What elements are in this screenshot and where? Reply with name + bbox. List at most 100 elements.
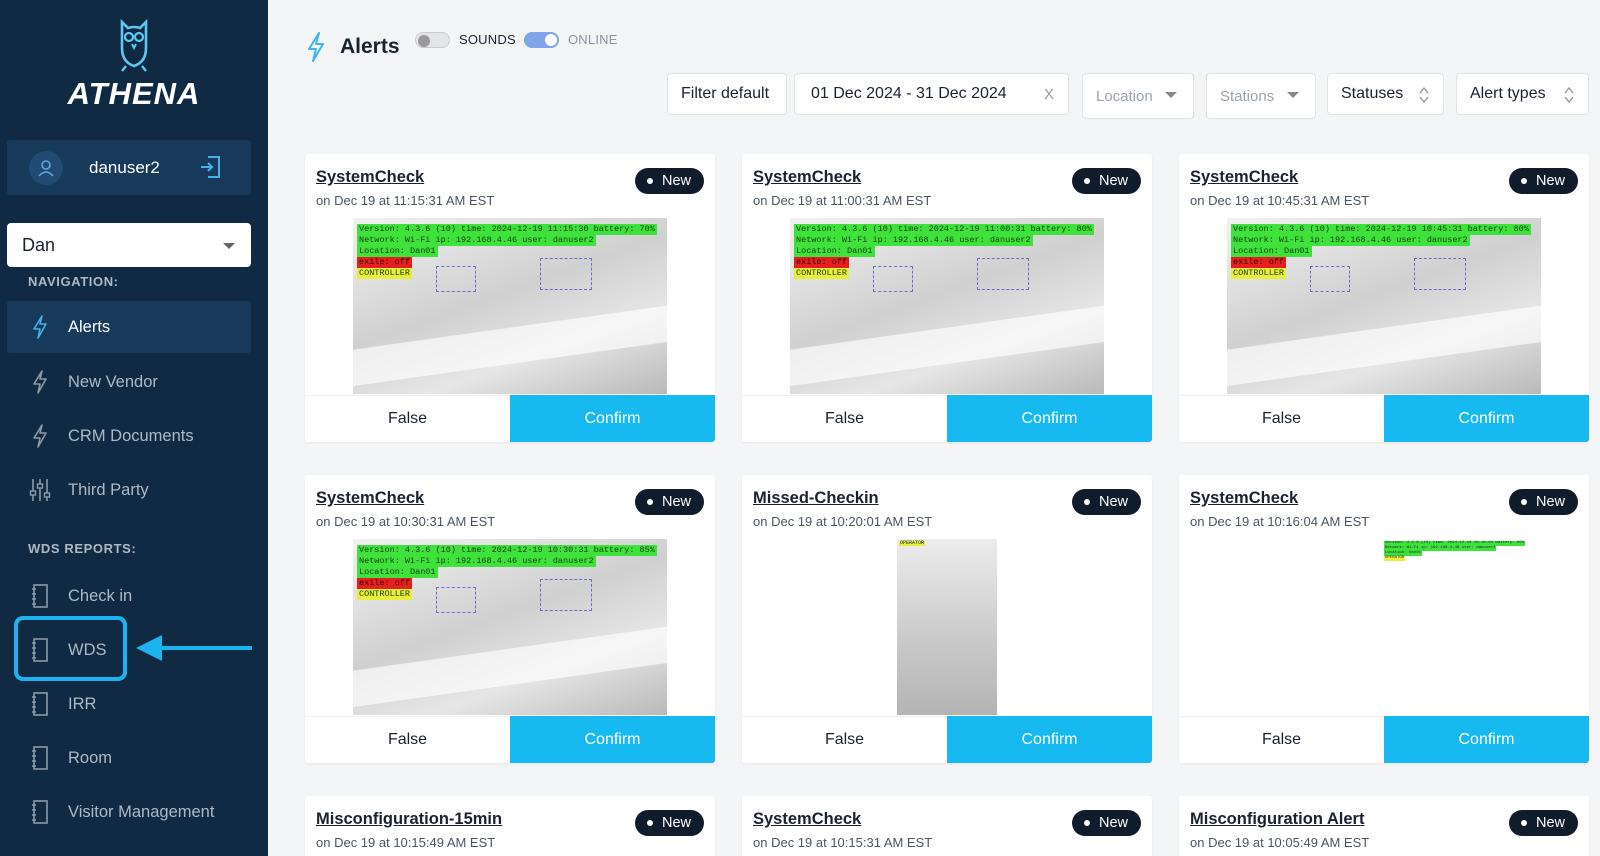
wds-highlight-box	[14, 616, 127, 681]
location-select[interactable]: Location	[1082, 73, 1194, 119]
sidebar-item-label: Check in	[68, 586, 133, 605]
notebook-icon	[29, 800, 51, 824]
false-button[interactable]: False	[305, 395, 510, 442]
alert-time: on Dec 19 at 10:05:49 AM EST	[1190, 835, 1370, 850]
alert-title-link[interactable]: SystemCheck	[753, 810, 861, 829]
notebook-icon	[29, 746, 51, 770]
snapshot-overlay-text: Version: 4.3.6 (10) time: 2024-12-19 10:…	[357, 545, 657, 556]
detection-zone	[436, 266, 476, 292]
user-name: danuser2	[89, 158, 160, 177]
confirm-button[interactable]: Confirm	[1384, 716, 1589, 763]
alert-title-link[interactable]: SystemCheck	[316, 168, 424, 187]
logout-icon[interactable]	[199, 154, 223, 185]
alert-title-link[interactable]: SystemCheck	[1190, 489, 1298, 508]
false-button[interactable]: False	[742, 395, 947, 442]
sidebar-item-check-in[interactable]: Check in	[7, 570, 251, 622]
false-button[interactable]: False	[742, 716, 947, 763]
online-toggle[interactable]	[524, 32, 559, 48]
detection-zone	[1414, 258, 1466, 290]
snapshot-overlay-text: Version: 4.3.6 (10) time: 2024-12-19 11:…	[794, 224, 1094, 235]
sidebar-item-alerts[interactable]: Alerts	[7, 301, 251, 353]
bolt-icon	[29, 424, 51, 448]
status-badge-label: New	[661, 494, 691, 510]
alert-title-link[interactable]: Misconfiguration Alert	[1190, 810, 1364, 829]
detection-zone	[540, 579, 592, 611]
alert-card: Misconfiguration Alert on Dec 19 at 10:0…	[1179, 796, 1589, 856]
brand-logo: ATHENA	[0, 18, 268, 112]
sidebar-item-visitor-management[interactable]: Visitor Management	[7, 786, 251, 838]
alert-title-link[interactable]: SystemCheck	[753, 168, 861, 187]
false-button[interactable]: False	[305, 716, 510, 763]
confirm-button[interactable]: Confirm	[510, 395, 715, 442]
confirm-button[interactable]: Confirm	[947, 716, 1152, 763]
sidebar-item-room[interactable]: Room	[7, 732, 251, 784]
alert-title-link[interactable]: Misconfiguration-15min	[316, 810, 502, 829]
dot-icon	[1083, 178, 1090, 184]
snapshot-overlay-text: Location: Dan01	[1231, 246, 1312, 257]
arrow-left-icon	[136, 635, 252, 661]
chevron-down-icon	[223, 243, 235, 249]
confirm-button[interactable]: Confirm	[947, 395, 1152, 442]
statuses-select[interactable]: Statuses	[1327, 73, 1444, 115]
user-panel: danuser2	[7, 140, 251, 195]
alert-title-link[interactable]: SystemCheck	[316, 489, 424, 508]
snapshot-overlay-text: Network: Wi-Fi ip: 192.168.4.46 user: da…	[357, 235, 596, 246]
sliders-icon	[29, 478, 51, 502]
status-badge-label: New	[1098, 173, 1128, 189]
false-button[interactable]: False	[1179, 395, 1384, 442]
dot-icon	[1083, 820, 1090, 826]
sounds-toggle[interactable]	[415, 32, 450, 48]
false-button[interactable]: False	[1179, 716, 1384, 763]
filter-default-button[interactable]: Filter default	[667, 73, 787, 115]
alert-card: SystemCheck on Dec 19 at 10:45:31 AM EST…	[1179, 154, 1589, 442]
sidebar-item-label: IRR	[68, 694, 97, 713]
status-badge: New	[634, 489, 704, 515]
snapshot-overlay-text: Version: 4.3.6 (10) time: 2024-12-19 10:…	[1231, 224, 1531, 235]
confirm-button[interactable]: Confirm	[510, 716, 715, 763]
status-badge-label: New	[1098, 494, 1128, 510]
chevron-down-icon	[1165, 92, 1177, 98]
sidebar-item-third-party[interactable]: Third Party	[7, 464, 251, 516]
sidebar-item-new-vendor[interactable]: New Vendor	[7, 356, 251, 408]
page-header: Alerts	[306, 32, 400, 62]
status-badge-label: New	[661, 815, 691, 831]
alert-card: SystemCheck on Dec 19 at 10:15:31 AM EST…	[742, 796, 1152, 856]
chevron-down-icon	[1287, 92, 1299, 98]
alert-title-link[interactable]: SystemCheck	[1190, 168, 1298, 187]
alert-title-link[interactable]: Missed-Checkin	[753, 489, 879, 508]
alert-card: Missed-Checkin on Dec 19 at 10:20:01 AM …	[742, 475, 1152, 763]
camera-snapshot[interactable]: Version: 4.3.6 (10) time: 2024-12-19 11:…	[790, 218, 1104, 394]
status-badge: New	[1508, 168, 1578, 194]
status-badge: New	[1071, 489, 1141, 515]
organization-select[interactable]: Dan	[7, 223, 251, 267]
dot-icon	[1520, 499, 1527, 505]
camera-snapshot[interactable]: Version: 4.3.6 (10) time: 2024-12-19 10:…	[1227, 539, 1541, 715]
alert-types-select[interactable]: Alert types	[1456, 73, 1589, 115]
sidebar-item-irr[interactable]: IRR	[7, 678, 251, 730]
snapshot-overlay-text: CONTROLLER	[357, 589, 413, 600]
user-avatar-icon	[29, 151, 63, 185]
location-placeholder: Location	[1096, 87, 1153, 105]
snapshot-overlay-text: exile: off	[794, 257, 850, 268]
camera-snapshot[interactable]: Version: 4.3.6 (10) time: 2024-12-19 11:…	[353, 218, 667, 394]
alert-time: on Dec 19 at 11:00:31 AM EST	[753, 193, 932, 208]
snapshot-overlay-text: OPERATOR	[899, 540, 926, 546]
date-range-input[interactable]: 01 Dec 2024 - 31 Dec 2024 X	[794, 73, 1069, 115]
detection-zone	[436, 587, 476, 613]
confirm-button[interactable]: Confirm	[1384, 395, 1589, 442]
sidebar-item-crm-documents[interactable]: CRM Documents	[7, 410, 251, 462]
bolt-icon	[29, 315, 51, 339]
sounds-label: SOUNDS	[459, 32, 516, 47]
brand-name: ATHENA	[67, 76, 201, 111]
notebook-icon	[29, 584, 51, 608]
camera-snapshot[interactable]: Version: 4.3.6 (10) time: 2024-12-19 10:…	[353, 539, 667, 715]
stations-select[interactable]: Stations	[1206, 73, 1316, 119]
camera-snapshot[interactable]: Version: 4.3.6 (10) time: 2024-12-19 10:…	[1227, 218, 1541, 394]
camera-snapshot[interactable]: OPERATOR	[897, 539, 997, 715]
snapshot-beam	[353, 620, 667, 710]
clear-date-icon[interactable]: X	[1044, 86, 1054, 103]
alert-card: Misconfiguration-15min on Dec 19 at 10:1…	[305, 796, 715, 856]
detection-zone	[873, 266, 913, 292]
alert-time: on Dec 19 at 10:15:31 AM EST	[753, 835, 933, 850]
alert-time: on Dec 19 at 10:45:31 AM EST	[1190, 193, 1370, 208]
